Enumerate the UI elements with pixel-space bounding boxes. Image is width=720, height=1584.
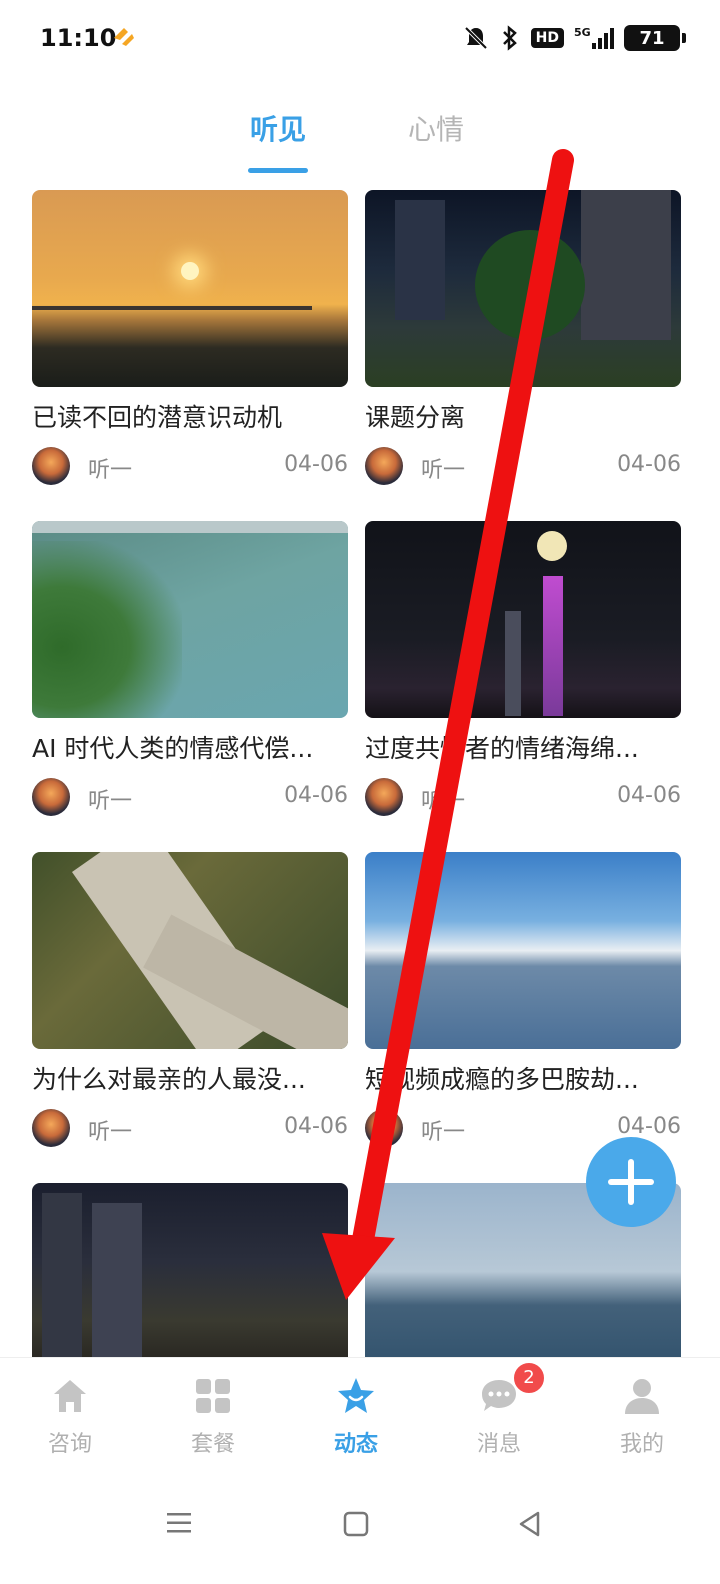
card-title: 已读不回的潜意识动机: [32, 403, 283, 432]
card-image[interactable]: [365, 852, 681, 1049]
bottom-nav: 咨询 套餐 动态 消息 我的: [0, 1357, 720, 1470]
nav-label: 我的: [619, 1432, 664, 1457]
feed-card[interactable]: 为什么对最亲的人最没... 听一 04-06: [32, 852, 348, 1152]
card-image[interactable]: [32, 190, 348, 387]
card-author: 听一: [421, 789, 466, 814]
card-title: 短视频成瘾的多巴胺劫...: [365, 1065, 639, 1094]
home-square-icon[interactable]: [342, 1510, 370, 1538]
card-image[interactable]: [32, 1183, 348, 1380]
menu-icon[interactable]: [165, 1510, 193, 1536]
user-icon: [625, 1379, 659, 1414]
status-time: 11:10: [40, 24, 117, 52]
nav-label: 咨询: [47, 1432, 92, 1457]
card-author: 听一: [421, 458, 466, 483]
card-image[interactable]: [365, 190, 681, 387]
nav-label: 动态: [333, 1432, 378, 1457]
author-avatar: [32, 447, 70, 485]
card-date: 04-06: [617, 452, 681, 477]
app-brand-icon: [114, 28, 134, 46]
author-avatar: [365, 1109, 403, 1147]
nav-label: 消息: [476, 1432, 521, 1457]
card-image[interactable]: [32, 521, 348, 718]
home-icon: [54, 1380, 86, 1412]
status-icons: HD 5G 71: [463, 20, 686, 56]
card-image[interactable]: [32, 852, 348, 1049]
author-avatar: [365, 778, 403, 816]
tab-xinqing[interactable]: 心情: [408, 108, 464, 148]
battery-indicator: 71: [624, 25, 686, 51]
feed-card[interactable]: 课题分离 听一 04-06: [365, 190, 681, 490]
card-date: 04-06: [284, 783, 348, 808]
feed-card[interactable]: 短视频成瘾的多巴胺劫... 听一 04-06: [365, 852, 681, 1152]
feed-card[interactable]: AI 时代人类的情感代偿... 听一 04-06: [32, 521, 348, 821]
card-author: 听一: [88, 1120, 133, 1145]
message-unread-badge: 2: [512, 1361, 546, 1395]
card-author: 听一: [88, 458, 133, 483]
system-nav-bar: [0, 1470, 720, 1584]
mute-bell-icon: [464, 26, 488, 50]
nav-item-profile[interactable]: 我的: [592, 1376, 692, 1458]
card-date: 04-06: [617, 1114, 681, 1139]
back-icon[interactable]: [516, 1510, 544, 1538]
card-date: 04-06: [284, 452, 348, 477]
author-avatar: [32, 1109, 70, 1147]
card-title: 过度共情者的情绪海绵...: [365, 734, 639, 763]
card-date: 04-06: [617, 783, 681, 808]
nav-label: 套餐: [190, 1432, 235, 1457]
signal-icon: 5G: [574, 26, 614, 49]
nav-item-feed[interactable]: 动态: [306, 1376, 406, 1458]
author-avatar: [32, 778, 70, 816]
tab-tingjian[interactable]: 听见: [250, 108, 306, 148]
card-author: 听一: [421, 1120, 466, 1145]
feed-card[interactable]: 过度共情者的情绪海绵... 听一 04-06: [365, 521, 681, 821]
grid-icon: [196, 1379, 230, 1413]
feed-card[interactable]: 已读不回的潜意识动机 听一 04-06: [32, 190, 348, 490]
author-avatar: [365, 447, 403, 485]
card-author: 听一: [88, 789, 133, 814]
card-title: AI 时代人类的情感代偿...: [32, 734, 314, 763]
active-tab-indicator: [248, 168, 308, 173]
hd-badge: HD: [530, 28, 564, 48]
card-date: 04-06: [284, 1114, 348, 1139]
card-image[interactable]: [365, 521, 681, 718]
nav-item-package[interactable]: 套餐: [163, 1376, 263, 1458]
bluetooth-icon: [502, 25, 517, 51]
nav-item-consult[interactable]: 咨询: [20, 1376, 120, 1458]
feed-tabs: 听见 心情: [0, 108, 720, 178]
card-title: 课题分离: [365, 403, 466, 432]
star-icon: [338, 1378, 374, 1413]
svg-text:5G: 5G: [574, 26, 591, 39]
card-title: 为什么对最亲的人最没...: [32, 1065, 306, 1094]
add-post-button[interactable]: [586, 1137, 676, 1227]
status-bar: 11:10 HD 5G 71: [0, 0, 720, 80]
